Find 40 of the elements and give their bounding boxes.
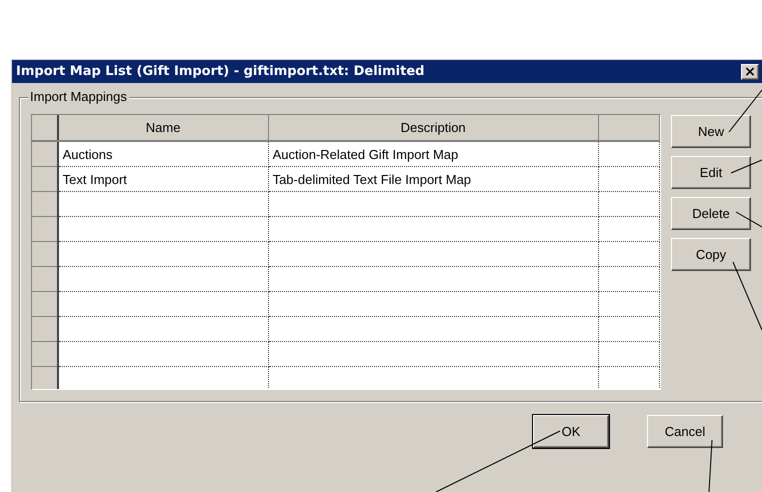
- leader-line: [732, 262, 762, 330]
- group-label: Import Mappings: [28, 89, 129, 104]
- row-header[interactable]: [32, 216, 58, 242]
- row-header[interactable]: [32, 366, 58, 389]
- table-cell: [598, 166, 660, 192]
- table-cell: Auctions: [58, 141, 268, 166]
- leader-line: [730, 160, 762, 174]
- close-button[interactable]: ×: [741, 64, 759, 80]
- row-header[interactable]: [32, 266, 58, 292]
- action-button[interactable]: Delete: [671, 197, 751, 230]
- leader-line: [736, 212, 762, 228]
- table-cell: Tab-delimited Text File Import Map: [268, 166, 598, 192]
- table-cell: [598, 292, 660, 316]
- dialog-button[interactable]: OK: [533, 415, 609, 448]
- row-header[interactable]: [32, 292, 58, 316]
- table-cell: [598, 242, 660, 266]
- window-title: Import Map List (Gift Import) - giftimport.txt: Delimited: [16, 64, 426, 79]
- table-cell: [598, 366, 660, 389]
- dialog-button[interactable]: Cancel: [647, 415, 723, 448]
- row-header[interactable]: [32, 242, 58, 266]
- row-header[interactable]: [32, 342, 58, 366]
- column-header[interactable]: Description: [268, 115, 598, 141]
- table-cell: [598, 192, 660, 216]
- column-header[interactable]: Name: [58, 115, 268, 141]
- leader-line: [708, 440, 712, 492]
- row-header[interactable]: [32, 166, 58, 192]
- row-header[interactable]: [32, 141, 58, 166]
- action-button[interactable]: Edit: [671, 156, 751, 189]
- table-cell: [598, 141, 660, 166]
- table-cell: [598, 316, 660, 342]
- table-cell: Text Import: [58, 166, 268, 192]
- table-cell: [598, 266, 660, 292]
- leader-line: [728, 90, 762, 132]
- table-cell: [598, 342, 660, 366]
- action-button[interactable]: New: [671, 115, 751, 148]
- row-header[interactable]: [32, 316, 58, 342]
- action-button[interactable]: Copy: [671, 238, 751, 271]
- table-cell: [598, 216, 660, 242]
- row-header[interactable]: [32, 192, 58, 216]
- table-cell: Auction-Related Gift Import Map: [268, 141, 598, 166]
